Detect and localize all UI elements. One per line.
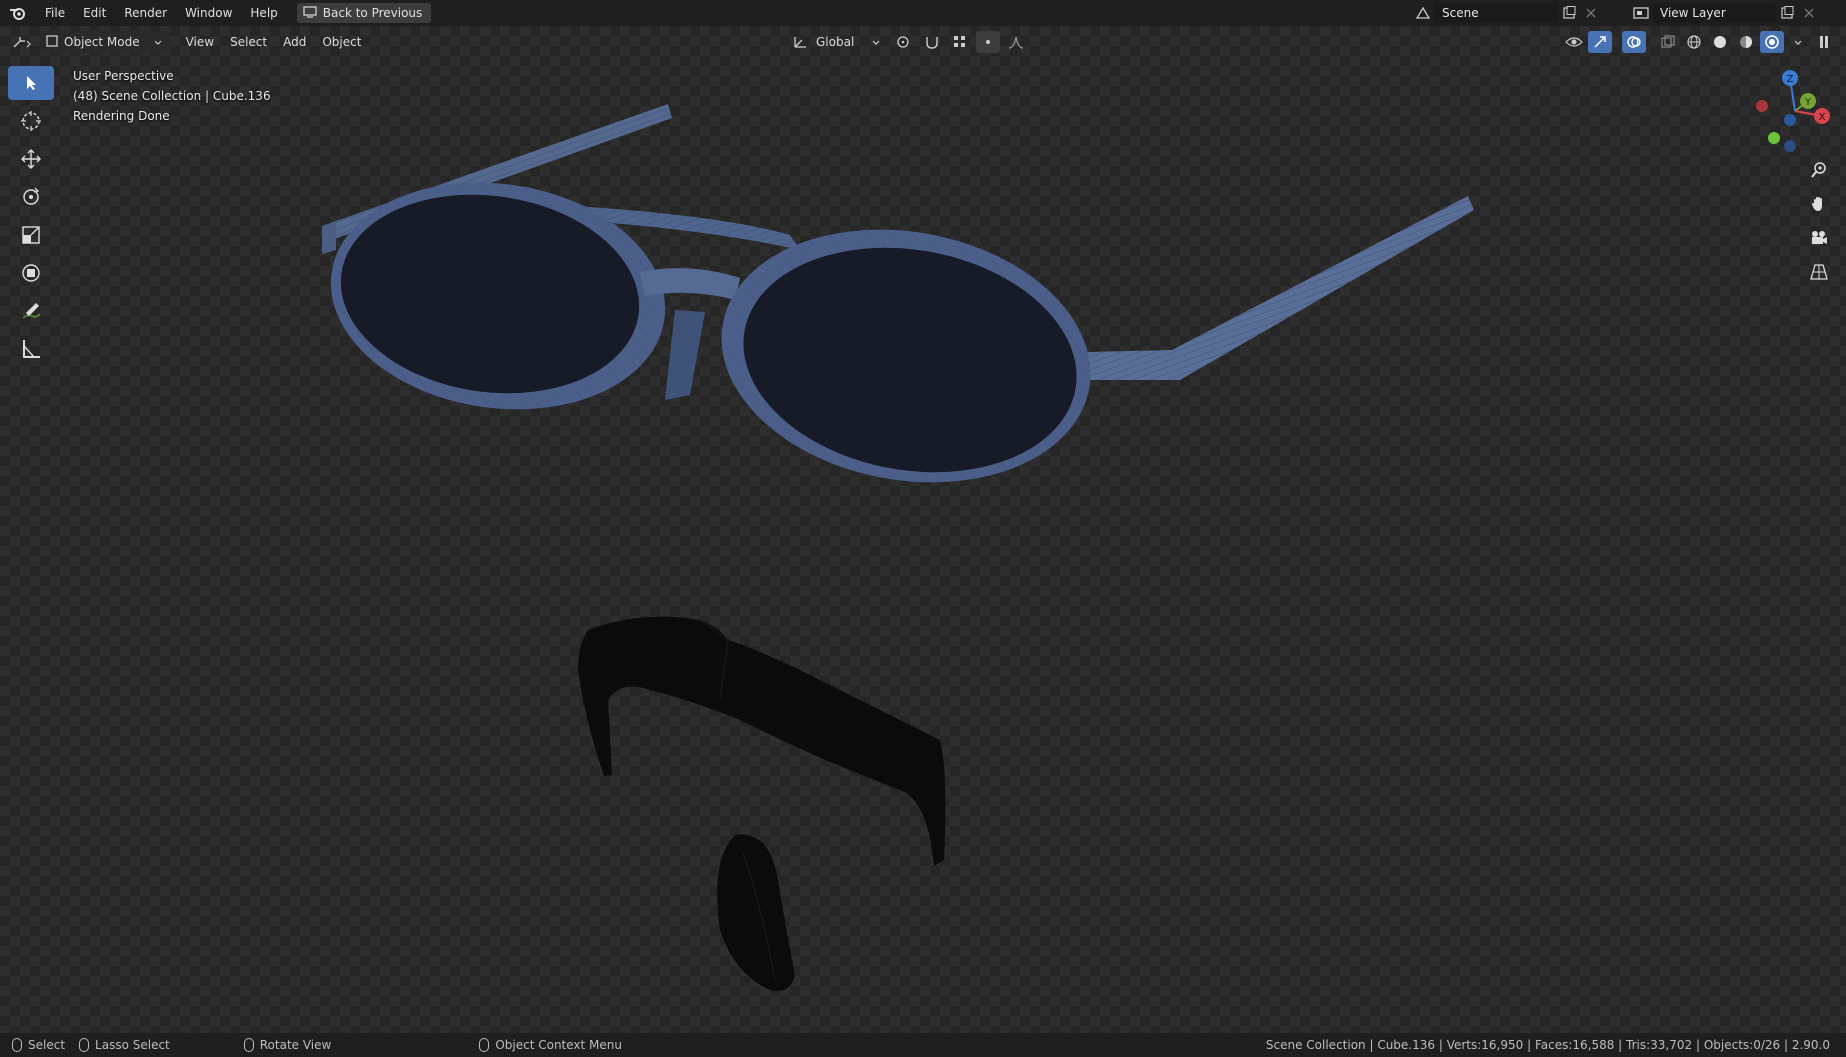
menu-help[interactable]: Help — [241, 0, 286, 26]
viewport-nav-buttons — [1806, 158, 1832, 284]
left-lens — [330, 182, 666, 410]
status-bar: Select Lasso Select Rotate View Object C… — [0, 1033, 1846, 1057]
chevron-down-icon — [154, 35, 162, 49]
cursor-tool-icon[interactable] — [8, 104, 54, 138]
zoom-icon[interactable] — [1806, 158, 1832, 182]
collection-label: (48) Scene Collection | Cube.136 — [73, 89, 271, 103]
transform-tools: Global — [788, 31, 1028, 53]
view-layer-icon[interactable] — [1630, 3, 1652, 23]
menu-window[interactable]: Window — [176, 0, 241, 26]
scene-icon[interactable] — [1412, 3, 1434, 23]
transform-tool-icon[interactable] — [8, 256, 54, 290]
editor-type-icon[interactable] — [10, 31, 34, 53]
orientation-icon[interactable] — [788, 31, 812, 53]
pan-hand-icon[interactable] — [1806, 192, 1832, 216]
soul-patch-mesh — [717, 834, 795, 991]
menu-edit[interactable]: Edit — [74, 0, 115, 26]
mustache-mesh — [578, 616, 946, 866]
scene-statistics: Scene Collection | Cube.136 | Verts:16,9… — [1265, 1038, 1830, 1052]
menu-render[interactable]: Render — [115, 0, 176, 26]
mouse-left-icon — [12, 1038, 22, 1052]
mouse-right-icon — [479, 1038, 490, 1052]
menu-view[interactable]: View — [178, 35, 222, 49]
camera-view-icon[interactable] — [1806, 226, 1832, 250]
scale-tool-icon[interactable] — [8, 218, 54, 252]
gizmo-y-label: Y — [1804, 97, 1812, 108]
view-layer-field[interactable]: View Layer — [1652, 3, 1776, 23]
close-scene-icon[interactable] — [1580, 3, 1602, 23]
perspective-label: User Perspective — [73, 69, 174, 83]
tool-shelf — [8, 66, 54, 366]
back-to-previous-button[interactable]: Back to Previous — [296, 3, 432, 23]
close-view-layer-icon[interactable] — [1798, 3, 1820, 23]
status-context: Object Context Menu — [479, 1038, 622, 1052]
viewport-header: Object Mode View Select Add Object Globa… — [0, 26, 1846, 58]
move-tool-icon[interactable] — [8, 142, 54, 176]
back-to-previous-label: Back to Previous — [322, 6, 423, 20]
menu-object[interactable]: Object — [314, 35, 369, 49]
gizmo-z-label: Z — [1787, 74, 1794, 85]
mode-dropdown[interactable]: Object Mode — [40, 31, 170, 53]
menu-select[interactable]: Select — [222, 35, 275, 49]
mouse-drag-icon — [79, 1038, 90, 1052]
visibility-icon[interactable] — [1562, 31, 1586, 53]
navigation-gizmo[interactable]: Z Y X — [1750, 66, 1840, 156]
solid-shading-icon[interactable] — [1708, 31, 1732, 53]
measure-tool-icon[interactable] — [8, 332, 54, 366]
mode-label: Object Mode — [64, 35, 140, 49]
snap-icon[interactable] — [920, 31, 944, 53]
snap-grid-icon[interactable] — [948, 31, 972, 53]
top-menu-bar: File Edit Render Window Help Back to Pre… — [0, 0, 1846, 26]
select-tool-icon[interactable] — [8, 66, 54, 100]
status-select: Select — [12, 1038, 65, 1052]
scene-name-field[interactable]: Scene — [1434, 3, 1558, 23]
new-view-layer-icon[interactable] — [1776, 3, 1798, 23]
xray-icon[interactable] — [1656, 31, 1680, 53]
status-rotate: Rotate View — [243, 1038, 332, 1052]
blender-logo-icon[interactable] — [0, 0, 36, 26]
wireframe-shading-icon[interactable] — [1682, 31, 1706, 53]
new-scene-icon[interactable] — [1558, 3, 1580, 23]
status-lasso: Lasso Select — [79, 1038, 170, 1052]
chevron-down-icon[interactable] — [1794, 35, 1802, 49]
status-lasso-label: Lasso Select — [95, 1038, 170, 1052]
orientation-label[interactable]: Global — [816, 35, 854, 49]
pause-render-icon[interactable] — [1812, 31, 1836, 53]
status-rotate-label: Rotate View — [259, 1038, 332, 1052]
object-mode-icon — [46, 34, 58, 50]
proportional-edit-icon[interactable] — [976, 31, 1001, 53]
view-layer-selector: View Layer — [1630, 3, 1820, 23]
gizmo-x-label: X — [1819, 112, 1826, 123]
render-status-label: Rendering Done — [73, 109, 170, 123]
chevron-down-icon — [872, 35, 880, 49]
pivot-point-icon[interactable] — [892, 31, 916, 53]
screen-icon — [303, 5, 317, 21]
menu-file[interactable]: File — [36, 0, 74, 26]
right-temple — [1088, 196, 1474, 380]
status-context-label: Object Context Menu — [495, 1038, 622, 1052]
material-shading-icon[interactable] — [1734, 31, 1758, 53]
annotate-tool-icon[interactable] — [8, 294, 54, 328]
mouse-middle-icon — [243, 1038, 254, 1052]
overlays-icon[interactable] — [1622, 31, 1646, 53]
gizmo-toggle-icon[interactable] — [1588, 31, 1612, 53]
scene-render — [322, 104, 1474, 991]
perspective-toggle-icon[interactable] — [1806, 260, 1832, 284]
rendered-shading-icon[interactable] — [1760, 31, 1784, 53]
right-lens — [721, 229, 1091, 483]
falloff-icon[interactable] — [1004, 31, 1028, 53]
menu-add[interactable]: Add — [275, 35, 314, 49]
rotate-tool-icon[interactable] — [8, 180, 54, 214]
shading-controls — [1562, 31, 1836, 53]
status-select-label: Select — [28, 1038, 66, 1052]
scene-selector: Scene — [1412, 3, 1602, 23]
viewport-info: User Perspective (48) Scene Collection |… — [73, 66, 271, 126]
